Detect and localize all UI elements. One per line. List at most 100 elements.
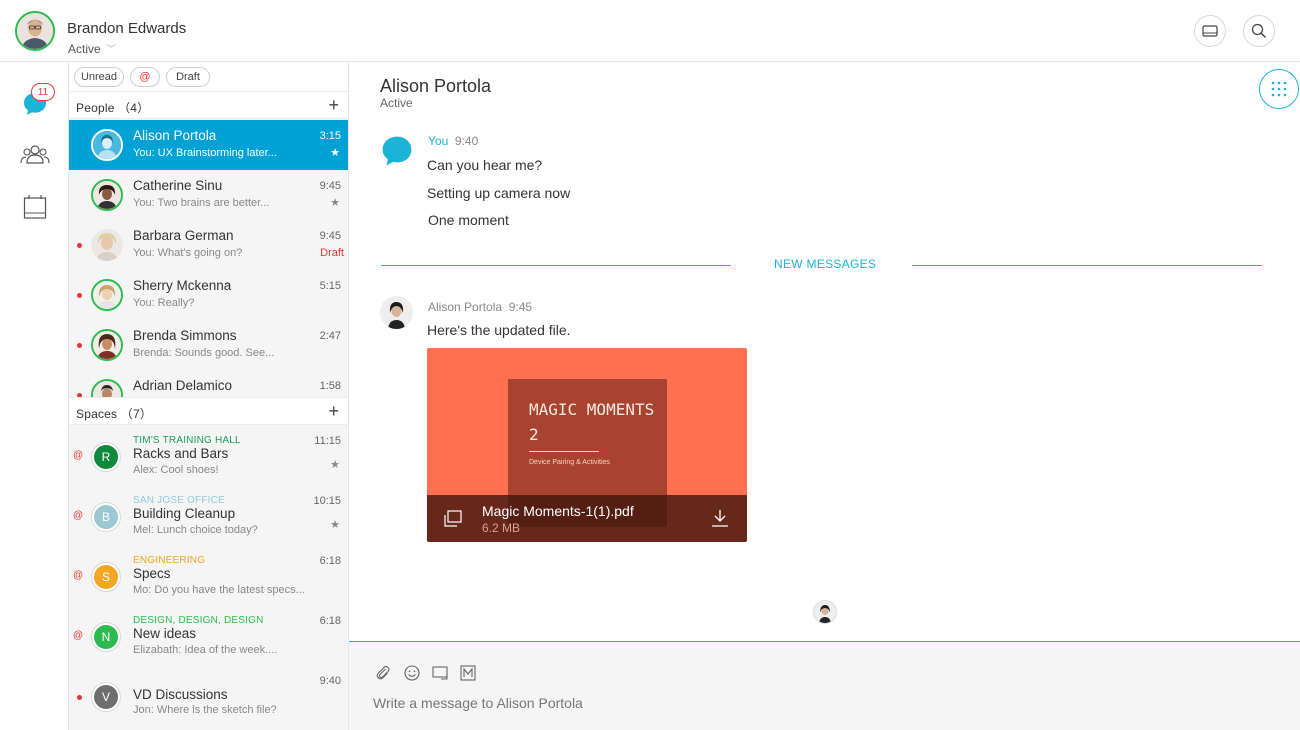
list-item-vd-discussions[interactable]: V VD Discussions Jon: Where is the sketc… bbox=[69, 666, 348, 726]
chevron-down-icon: ﹀ bbox=[106, 44, 116, 54]
contact-name: Catherine Sinu bbox=[133, 178, 223, 193]
star-icon[interactable]: ★ bbox=[330, 518, 340, 531]
add-person-icon[interactable]: + bbox=[328, 95, 339, 116]
list-item-brenda-simmons[interactable]: Brenda Simmons Brenda: Sounds good. See.… bbox=[69, 320, 348, 370]
message-text: Can you hear me? bbox=[427, 157, 543, 173]
user-name: Brandon Edwards bbox=[67, 20, 187, 37]
message-preview: You: Really? bbox=[133, 297, 195, 309]
chat-bubble-icon bbox=[382, 136, 412, 166]
message-preview: Jon: Where is the sketch file? bbox=[133, 704, 277, 716]
message-preview: You: Two brains are better... bbox=[133, 197, 270, 209]
markdown-icon bbox=[460, 665, 476, 681]
list-item-barbara-german[interactable]: Barbara German You: What's going on? 9:4… bbox=[69, 220, 348, 270]
draft-label: Draft bbox=[320, 247, 344, 259]
people-section-header: People （4） + bbox=[69, 91, 348, 119]
unread-dot bbox=[77, 293, 82, 298]
list-item-alison-portola[interactable]: Alison Portola You: UX Brainstorming lat… bbox=[69, 120, 348, 170]
contact-avatar bbox=[91, 279, 123, 311]
file-attachment[interactable]: MAGIC MOMENTS 2 Device Pairing & Activit… bbox=[427, 348, 747, 542]
message-text: Here's the updated file. bbox=[427, 322, 571, 338]
unread-dot bbox=[77, 695, 82, 700]
team-label: TIM'S TRAINING HALL bbox=[133, 435, 241, 446]
file-info-bar: Magic Moments-1(1).pdf 6.2 MB bbox=[427, 495, 747, 542]
contact-avatar bbox=[91, 179, 123, 211]
space-avatar: R bbox=[92, 443, 120, 471]
message-time: 6:18 bbox=[319, 555, 341, 567]
open-file-icon[interactable] bbox=[443, 510, 463, 528]
mention-icon: @ bbox=[73, 570, 84, 581]
emoji-button[interactable] bbox=[402, 663, 422, 683]
mention-icon: @ bbox=[73, 630, 84, 641]
activity-menu-button[interactable] bbox=[1259, 69, 1299, 109]
divider-line-left bbox=[381, 265, 731, 266]
unread-dot bbox=[77, 243, 82, 248]
message-preview: Elizabath: Idea of the week.... bbox=[133, 644, 278, 656]
list-item-sherry-mckenna[interactable]: Sherry Mckenna You: Really? 5:15 bbox=[69, 270, 348, 320]
attach-button[interactable] bbox=[373, 663, 393, 683]
filter-mentions[interactable]: @ bbox=[130, 67, 160, 87]
user-avatar-image bbox=[17, 13, 53, 49]
space-avatar: S bbox=[92, 563, 120, 591]
list-item-catherine-sinu[interactable]: Catherine Sinu You: Two brains are bette… bbox=[69, 170, 348, 220]
screen-share-icon bbox=[431, 665, 448, 680]
sender-avatar[interactable] bbox=[380, 296, 413, 329]
list-item-building-cleanup[interactable]: @ B SAN JOSE OFFICE Building Cleanup Mel… bbox=[69, 486, 348, 546]
list-item-specs[interactable]: @ S ENGINEERING Specs Mo: Do you have th… bbox=[69, 546, 348, 606]
user-status-label: Active bbox=[68, 42, 101, 56]
space-name: Specs bbox=[133, 566, 171, 581]
rail-people[interactable] bbox=[19, 139, 51, 169]
my-avatar-bubble bbox=[380, 134, 414, 173]
team-label: SAN JOSE OFFICE bbox=[133, 495, 225, 506]
team-label: ENGINEERING bbox=[133, 555, 206, 566]
space-name: New ideas bbox=[133, 626, 197, 641]
device-icon bbox=[1202, 25, 1218, 37]
list-item-new-ideas[interactable]: @ N DESIGN, DESIGN, DESIGN New ideas Eli… bbox=[69, 606, 348, 666]
contact-avatar bbox=[91, 229, 123, 261]
message-time: 1:58 bbox=[319, 380, 341, 392]
device-button[interactable] bbox=[1194, 15, 1226, 47]
grid-dots-icon bbox=[1271, 81, 1287, 97]
message-preview: Brenda: Sounds good. See... bbox=[133, 347, 275, 359]
file-name: Magic Moments-1(1).pdf bbox=[482, 503, 634, 519]
my-sender-name: You bbox=[428, 134, 449, 148]
read-receipt-avatar bbox=[813, 600, 837, 624]
list-item-adrian-delamico[interactable]: Adrian Delamico 1:58 bbox=[69, 370, 348, 397]
list-item-racks-and-bars[interactable]: @ R TIM'S TRAINING HALL Racks and Bars A… bbox=[69, 426, 348, 486]
unread-badge: 11 bbox=[31, 83, 55, 101]
mention-icon: @ bbox=[73, 450, 84, 461]
their-message-meta: Alison Portola 9:45 bbox=[428, 300, 532, 314]
message-text: Setting up camera now bbox=[427, 185, 571, 201]
download-icon[interactable] bbox=[711, 509, 729, 527]
file-preview-title: MAGIC MOMENTS 2 bbox=[529, 400, 655, 444]
markdown-button[interactable] bbox=[458, 663, 478, 683]
filter-draft[interactable]: Draft bbox=[166, 67, 210, 87]
message-input[interactable] bbox=[373, 692, 1273, 714]
star-icon[interactable]: ★ bbox=[330, 196, 340, 209]
chat-pane: Alison Portola Active You 9:40 Can you h… bbox=[349, 62, 1300, 642]
space-avatar: V bbox=[92, 683, 120, 711]
new-messages-divider: NEW MESSAGES bbox=[774, 257, 877, 271]
my-message-meta: You 9:40 bbox=[428, 134, 478, 148]
file-size: 6.2 MB bbox=[482, 521, 521, 535]
star-icon[interactable]: ★ bbox=[330, 146, 340, 159]
message-text: One moment bbox=[428, 212, 509, 228]
message-time: 6:18 bbox=[319, 615, 341, 627]
message-time: 9:45 bbox=[319, 230, 341, 242]
screen-share-button[interactable] bbox=[430, 663, 450, 683]
space-name: VD Discussions bbox=[133, 687, 228, 702]
emoji-icon bbox=[404, 665, 420, 681]
rail-calendar[interactable] bbox=[19, 192, 51, 222]
divider-line-right bbox=[912, 265, 1262, 266]
message-time: 9:45 bbox=[319, 180, 341, 192]
message-time: 11:15 bbox=[314, 435, 341, 447]
contact-avatar bbox=[91, 329, 123, 361]
add-space-icon[interactable]: + bbox=[328, 401, 339, 422]
star-icon[interactable]: ★ bbox=[330, 458, 340, 471]
filter-unread[interactable]: Unread bbox=[74, 67, 124, 87]
search-button[interactable] bbox=[1243, 15, 1275, 47]
message-preview: You: UX Brainstorming later... bbox=[133, 147, 277, 159]
user-status-dropdown[interactable]: Active ﹀ bbox=[68, 42, 116, 56]
user-avatar[interactable] bbox=[15, 11, 55, 51]
filter-bar: Unread @ Draft bbox=[69, 62, 348, 91]
their-sender-name: Alison Portola bbox=[428, 300, 503, 314]
